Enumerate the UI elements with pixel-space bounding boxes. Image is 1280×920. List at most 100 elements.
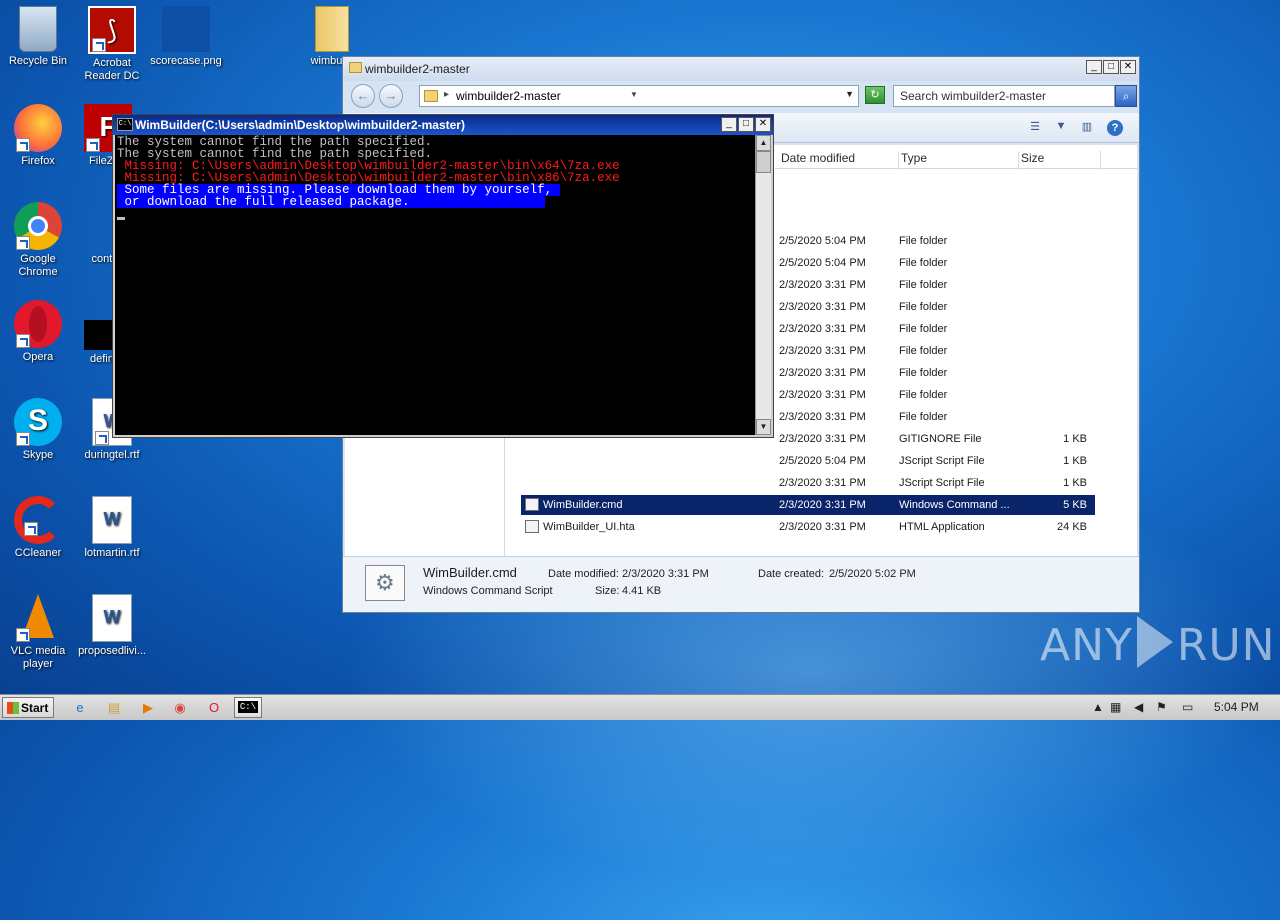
- scroll-down-icon[interactable]: ▼: [756, 419, 771, 435]
- desktop-icon-label: Skype: [22, 449, 54, 461]
- file-type: HTML Application: [899, 521, 985, 533]
- file-type: GITIGNORE File: [899, 433, 982, 445]
- file-date: 2/5/2020 5:04 PM: [779, 455, 866, 467]
- file-row[interactable]: WimBuilder_UI.hta 2/3/2020 3:31 PM HTML Ap…: [521, 517, 1095, 537]
- scroll-thumb[interactable]: [756, 151, 771, 173]
- column-type[interactable]: Type: [901, 151, 1019, 169]
- file-explorer-icon[interactable]: ▤: [100, 697, 128, 718]
- details-pane: WimBuilder.cmd Windows Command Script Da…: [343, 556, 1139, 612]
- address-dropdown-icon[interactable]: ▼: [845, 89, 854, 99]
- desktop-icon-skype[interactable]: S Skype: [0, 398, 76, 462]
- file-date: 2/3/2020 3:31 PM: [779, 389, 866, 401]
- action-center-flag-icon[interactable]: ⚑: [1156, 700, 1167, 714]
- cmd-scrollbar[interactable]: ▲ ▼: [755, 135, 771, 435]
- desktop-icon-vlc[interactable]: VLC media player: [0, 594, 76, 671]
- close-button[interactable]: ✕: [755, 117, 771, 132]
- desktop-icon-lotmartin[interactable]: W lotmartin.rtf: [74, 496, 150, 560]
- desktop-icon-label: duringtel.rtf: [84, 449, 140, 461]
- help-icon[interactable]: ?: [1107, 120, 1123, 136]
- minimize-button[interactable]: _: [1086, 60, 1102, 74]
- view-options-icon[interactable]: ☰: [1027, 120, 1043, 134]
- file-date: 2/3/2020 3:31 PM: [779, 521, 866, 533]
- desktop-icon-proposedlivi[interactable]: W proposedlivi...: [74, 594, 150, 658]
- word-document-icon: W: [92, 496, 132, 544]
- breadcrumb-separator-icon: ▸: [444, 89, 450, 100]
- details-size-label: Size:: [595, 585, 620, 597]
- media-player-icon[interactable]: ▶: [134, 697, 162, 718]
- details-date-created: 2/5/2020 5:02 PM: [829, 568, 916, 580]
- file-size: 1 KB: [1063, 433, 1087, 445]
- explorer-titlebar[interactable]: wimbuilder2-master _ □ ✕: [343, 57, 1139, 81]
- file-type: File folder: [899, 279, 948, 291]
- desktop-icon-recycle-bin[interactable]: Recycle Bin: [0, 6, 76, 68]
- recycle-bin-icon: [19, 6, 57, 52]
- desktop-icon-scorecase[interactable]: scorecase.png: [148, 6, 224, 68]
- preview-pane-icon[interactable]: ▥: [1079, 120, 1095, 134]
- forward-button[interactable]: →: [379, 84, 403, 108]
- console-output[interactable]: The system cannot find the path specifie…: [115, 135, 757, 435]
- show-hidden-icons-icon[interactable]: ▲: [1092, 700, 1104, 714]
- file-size: 5 KB: [1063, 499, 1087, 511]
- scroll-up-icon[interactable]: ▲: [756, 135, 771, 151]
- column-size[interactable]: Size: [1021, 151, 1101, 169]
- play-logo-icon: [1136, 616, 1173, 668]
- file-type: File folder: [899, 345, 948, 357]
- desktop-icon-label: Acrobat Reader DC: [84, 57, 140, 82]
- cmd-titlebar[interactable]: C:\ WimBuilder(C:\Users\admin\Desktop\wi…: [113, 115, 773, 135]
- refresh-icon[interactable]: ↻: [865, 86, 885, 104]
- desktop-icon-label: Google Chrome: [18, 253, 58, 278]
- file-date: 2/3/2020 3:31 PM: [779, 477, 866, 489]
- clock[interactable]: 5:04 PM: [1214, 700, 1259, 714]
- maximize-button[interactable]: □: [738, 117, 754, 132]
- address-bar[interactable]: ▸ wimbuilder2-master ▼ ▼: [419, 85, 859, 107]
- volume-icon[interactable]: ◀: [1134, 700, 1143, 714]
- search-input[interactable]: Search wimbuilder2-master: [893, 85, 1115, 107]
- network-icon[interactable]: ▦: [1110, 700, 1121, 714]
- chrome-taskbar-icon[interactable]: ◉: [166, 697, 194, 718]
- file-date: 2/3/2020 3:31 PM: [779, 367, 866, 379]
- file-row[interactable]: WimBuilder.cmd 2/3/2020 3:31 PM Windows Co…: [521, 495, 1095, 515]
- file-row[interactable]: 2/5/2020 5:04 PM JScript Script File 1 KB: [521, 451, 1095, 471]
- console-icon: C:\: [117, 118, 133, 131]
- start-button[interactable]: Start: [2, 697, 54, 718]
- desktop-icon-acrobat[interactable]: ⟆ Acrobat Reader DC: [74, 6, 150, 83]
- desktop-icon-label: Recycle Bin: [8, 55, 68, 67]
- desktop-icon-ccleaner[interactable]: CCleaner: [0, 496, 76, 560]
- column-date-modified[interactable]: Date modified: [781, 151, 899, 169]
- column-headers: Date modified Type Size: [775, 145, 1137, 169]
- file-icon: [525, 520, 539, 533]
- desktop-icon-label: VLC media player: [10, 645, 66, 670]
- file-name: WimBuilder.cmd: [543, 499, 623, 511]
- desktop-icon-label: lotmartin.rtf: [84, 547, 140, 559]
- opera-taskbar-icon[interactable]: O: [200, 697, 228, 718]
- folder-icon: [315, 6, 349, 52]
- file-icon: [525, 498, 539, 511]
- file-row[interactable]: 2/3/2020 3:31 PM JScript Script File 1 KB: [521, 473, 1095, 493]
- minimize-button[interactable]: _: [721, 117, 737, 132]
- maximize-button[interactable]: □: [1103, 60, 1119, 74]
- file-type: JScript Script File: [899, 455, 985, 467]
- tray-info-icon[interactable]: ▭: [1182, 700, 1193, 714]
- chevron-down-icon[interactable]: ▼: [630, 90, 638, 99]
- file-date: 2/3/2020 3:31 PM: [779, 301, 866, 313]
- chevron-down-icon[interactable]: ▼: [1053, 120, 1069, 134]
- cmd-taskbar-icon[interactable]: C:\: [234, 697, 262, 718]
- file-size: 1 KB: [1063, 477, 1087, 489]
- desktop-icon-opera[interactable]: Opera: [0, 300, 76, 364]
- firefox-icon: [14, 104, 62, 152]
- opera-icon: [14, 300, 62, 348]
- file-type: File folder: [899, 235, 948, 247]
- file-type: File folder: [899, 301, 948, 313]
- desktop-icon-label: CCleaner: [14, 547, 62, 559]
- cmd-window[interactable]: C:\ WimBuilder(C:\Users\admin\Desktop\wi…: [112, 114, 774, 438]
- back-button[interactable]: ←: [351, 84, 375, 108]
- breadcrumb[interactable]: wimbuilder2-master: [456, 89, 561, 103]
- internet-explorer-icon[interactable]: e: [66, 697, 94, 718]
- desktop-icon-chrome[interactable]: Google Chrome: [0, 202, 76, 279]
- details-date-modified-label: Date modified:: [548, 568, 619, 580]
- file-date: 2/3/2020 3:31 PM: [779, 499, 866, 511]
- desktop-icon-firefox[interactable]: Firefox: [0, 104, 76, 168]
- chrome-icon: [14, 202, 62, 250]
- search-icon[interactable]: ⌕: [1115, 85, 1137, 107]
- close-button[interactable]: ✕: [1120, 60, 1136, 74]
